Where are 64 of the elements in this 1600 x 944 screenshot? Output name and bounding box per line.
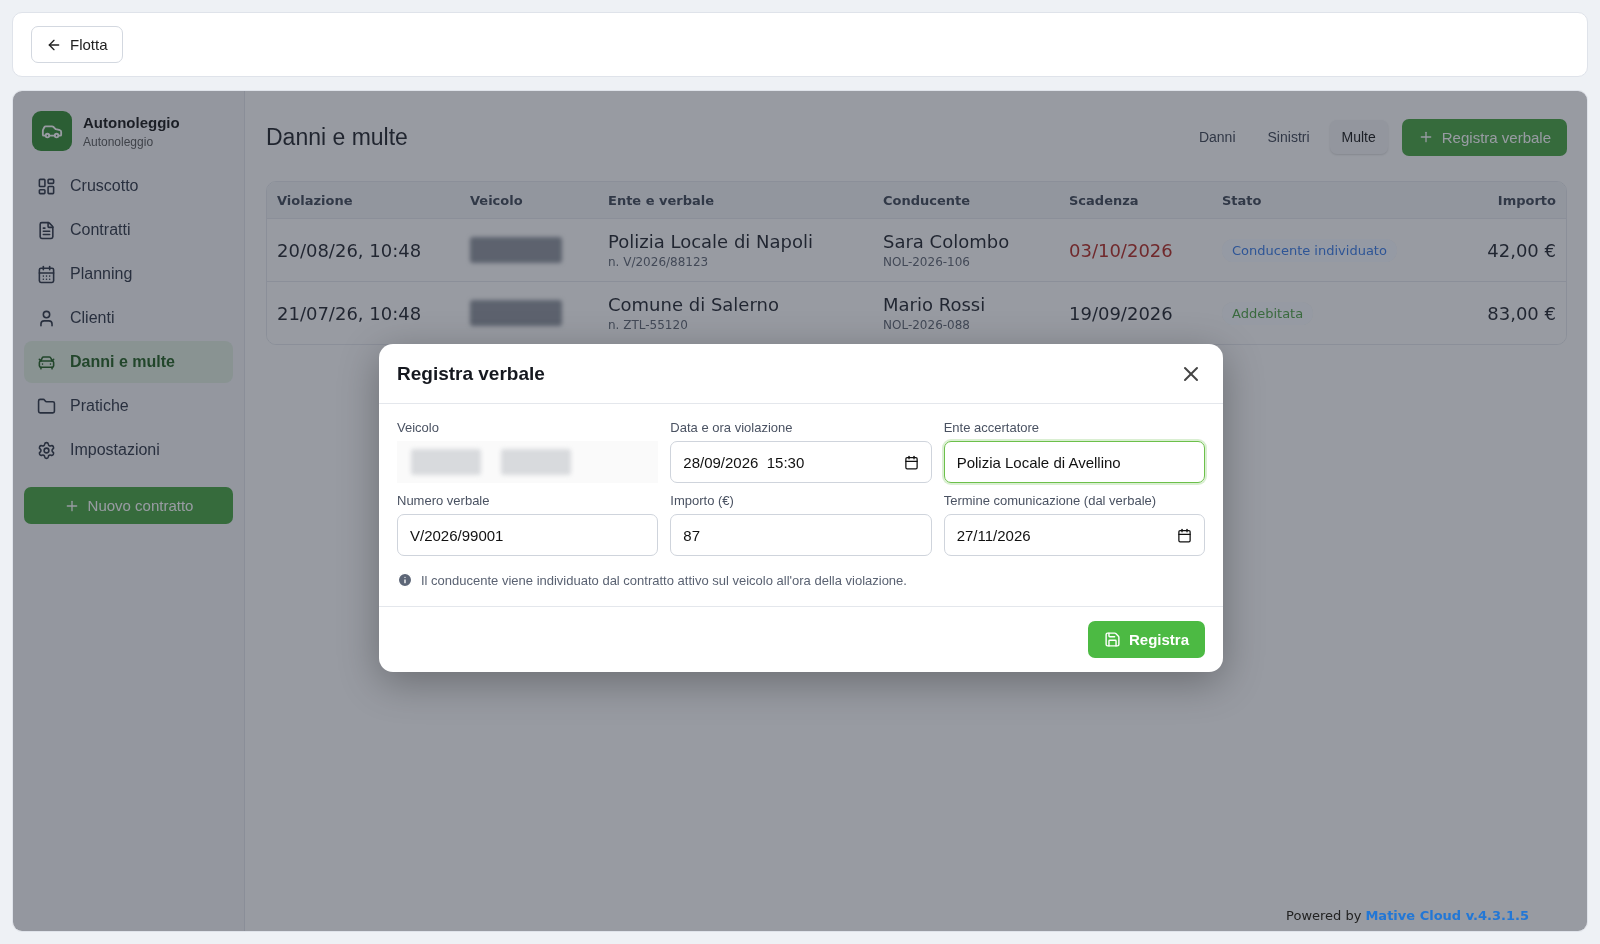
- column-header: Ente e verbale: [608, 192, 716, 208]
- status-badge: Conducente individuato: [1222, 238, 1397, 262]
- input-field[interactable]: Polizia Locale di Avellino: [943, 441, 1205, 483]
- dialog-title: Registra verbale: [397, 362, 545, 385]
- save-icon: [1103, 631, 1121, 648]
- driver-name: Sara Colombo: [883, 231, 1011, 252]
- calendar-icon: [37, 264, 56, 284]
- tab[interactable]: Sinistri: [1255, 120, 1322, 154]
- redacted-field[interactable]: [397, 441, 659, 483]
- calendar-icon[interactable]: [1177, 527, 1192, 543]
- column-header: Conducente: [883, 192, 972, 208]
- sidebar-item[interactable]: Pratiche: [24, 385, 233, 427]
- sidebar-item[interactable]: Clienti: [24, 297, 233, 339]
- ticket-number: n. ZTL-55120: [608, 318, 689, 332]
- brand-subtitle: Autonoleggio: [83, 134, 155, 149]
- date-field[interactable]: 28/09/2026 15:30: [670, 441, 932, 483]
- column-header: Importo: [1496, 192, 1556, 208]
- sidebar-item[interactable]: Cruscotto: [24, 165, 233, 207]
- column-header: Violazione: [277, 192, 354, 208]
- person-icon: [37, 308, 56, 328]
- calendar-icon[interactable]: [903, 454, 919, 470]
- brand-title: Autonoleggio: [83, 113, 180, 131]
- column-header: Stato: [1222, 192, 1263, 208]
- field-label: Veicolo: [397, 420, 440, 435]
- contract-number: NOL-2026-106: [883, 255, 971, 269]
- back-button[interactable]: Flotta: [31, 26, 123, 63]
- logo-icon: [32, 111, 72, 151]
- tab[interactable]: Danni: [1186, 120, 1248, 154]
- input-field[interactable]: V/2026/99001: [397, 514, 659, 556]
- input-field[interactable]: 87: [670, 514, 932, 556]
- footer-text: Powered by: [1286, 908, 1362, 923]
- field-label: Termine comunicazione (dal verbale): [943, 493, 1158, 508]
- status-badge: Addebitata: [1222, 301, 1314, 325]
- sidebar-item[interactable]: Danni e multe: [24, 341, 233, 383]
- table-cell-text: 20/08/26, 10:48: [277, 239, 423, 261]
- authority-text: Polizia Locale di Napoli: [608, 231, 814, 252]
- field-label: Numero verbale: [397, 493, 491, 508]
- folder-icon: [37, 396, 56, 416]
- amount-text: 42,00 €: [1486, 239, 1556, 261]
- dashboard-icon: [37, 176, 56, 196]
- due-date: 03/10/2026: [1069, 239, 1174, 261]
- submit-button[interactable]: Registra: [1087, 621, 1205, 658]
- sidebar-item[interactable]: Contratti: [24, 209, 233, 251]
- field-label: Ente accertatore: [943, 420, 1041, 435]
- sidebar-item[interactable]: Impostazioni: [24, 429, 233, 471]
- field-label: Data e ora violazione: [670, 420, 794, 435]
- amount-text: 83,00 €: [1486, 302, 1556, 324]
- settings-icon: [37, 440, 56, 460]
- tab[interactable]: Multe: [1329, 120, 1388, 154]
- date-field[interactable]: 27/11/2026: [943, 514, 1205, 556]
- info-icon: [397, 572, 413, 588]
- ticket-number: n. V/2026/88123: [608, 255, 710, 269]
- driver-name: Mario Rossi: [883, 294, 987, 315]
- due-date: 19/09/2026: [1069, 302, 1174, 324]
- table-cell-text: 21/07/26, 10:48: [277, 302, 423, 324]
- page-title: Danni e multe: [266, 123, 408, 151]
- column-header: Veicolo: [470, 192, 524, 208]
- authority-text: Comune di Salerno: [608, 294, 780, 315]
- info-note: Il conducente viene individuato dal contratto attivo sul veicolo all'ora della violazione.: [421, 572, 907, 588]
- document-icon: [37, 220, 56, 240]
- field-label: Importo (€): [670, 493, 735, 508]
- column-header: Scadenza: [1069, 192, 1140, 208]
- sidebar-item[interactable]: Planning: [24, 253, 233, 295]
- contract-number: NOL-2026-088: [883, 318, 971, 332]
